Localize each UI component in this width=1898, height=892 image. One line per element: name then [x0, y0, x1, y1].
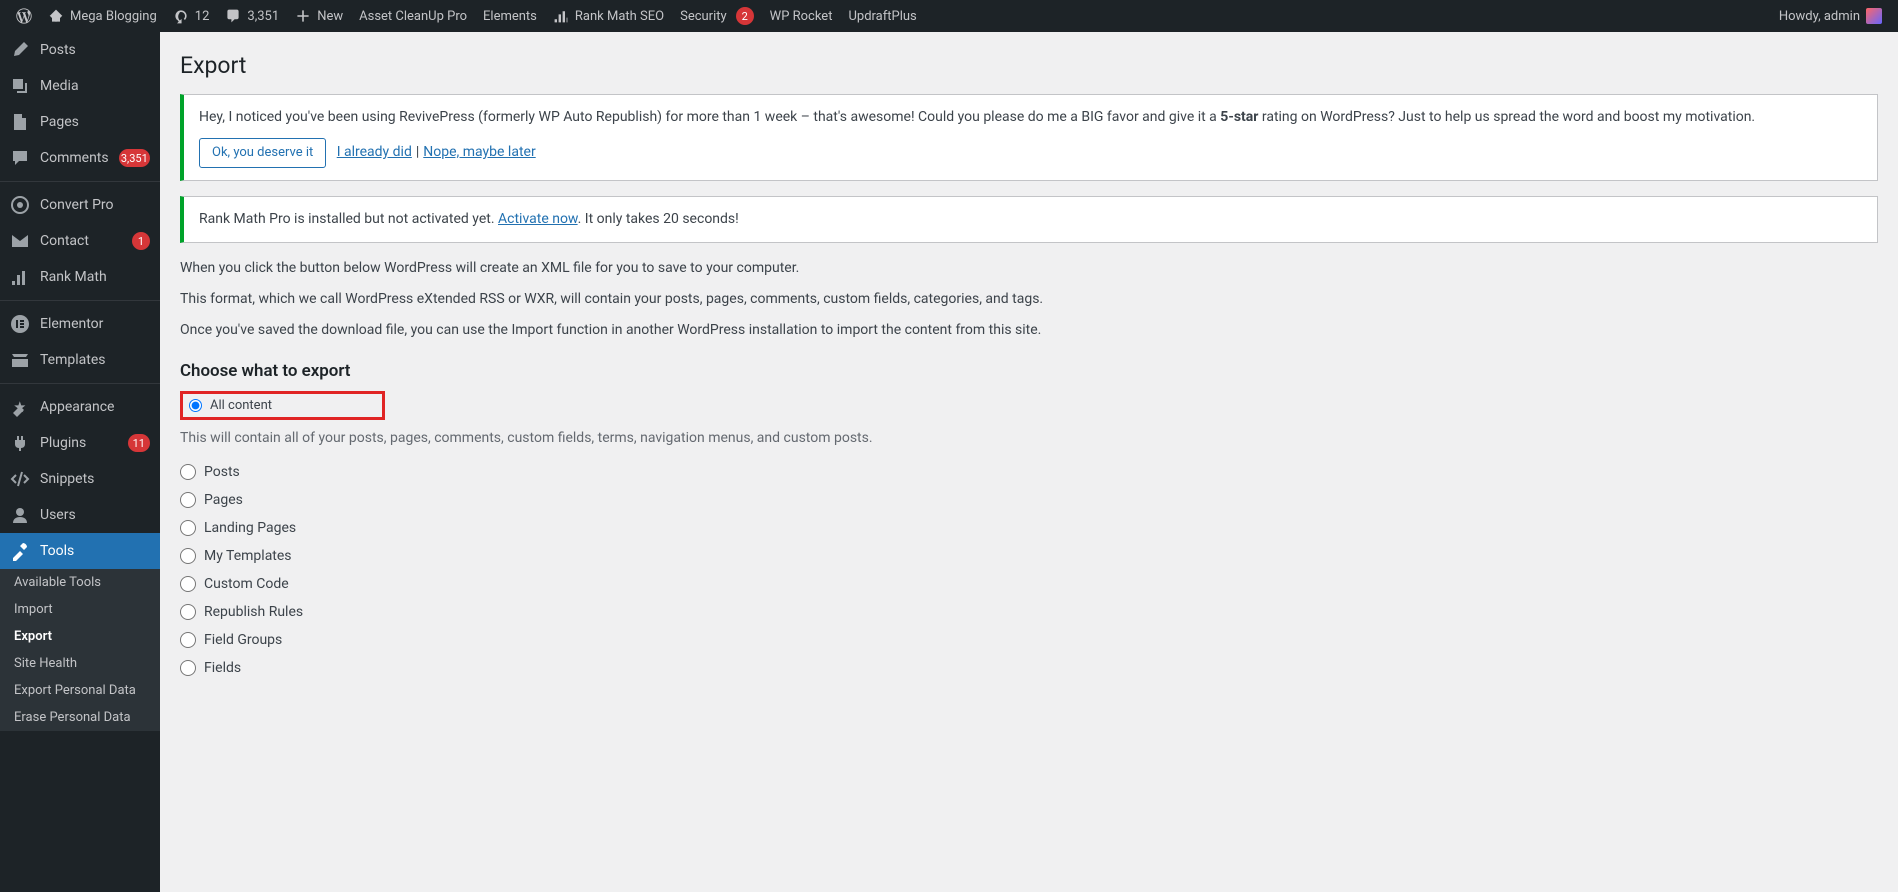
radio-row-fields: Fields	[180, 654, 1878, 682]
comments-badge: 3,351	[119, 149, 150, 167]
radio-fields[interactable]	[180, 660, 196, 676]
new-link[interactable]: New	[287, 0, 351, 32]
contact-badge: 1	[132, 232, 150, 250]
menu-pages[interactable]: Pages	[0, 104, 160, 140]
notice-revivepress: Hey, I noticed you've been using ReviveP…	[180, 94, 1878, 181]
radio-posts[interactable]	[180, 464, 196, 480]
sub-available-tools[interactable]: Available Tools	[0, 569, 160, 596]
plugins-badge: 11	[128, 434, 150, 452]
sub-import[interactable]: Import	[0, 596, 160, 623]
menu-plugins[interactable]: Plugins11	[0, 425, 160, 461]
export-desc-1: When you click the button below WordPres…	[180, 258, 1878, 279]
toolbar-updraft[interactable]: UpdraftPlus	[840, 0, 924, 32]
wp-logo[interactable]	[8, 0, 40, 32]
site-name[interactable]: Mega Blogging	[40, 0, 165, 32]
menu-posts[interactable]: Posts	[0, 32, 160, 68]
radio-custom-code[interactable]	[180, 576, 196, 592]
menu-elementor[interactable]: Elementor	[0, 306, 160, 342]
radio-row-pages: Pages	[180, 486, 1878, 514]
main-content: Export Hey, I noticed you've been using …	[160, 32, 1898, 722]
menu-appearance[interactable]: Appearance	[0, 389, 160, 425]
sub-site-health[interactable]: Site Health	[0, 650, 160, 677]
menu-users[interactable]: Users	[0, 497, 160, 533]
toolbar-rankmath[interactable]: Rank Math SEO	[545, 0, 672, 32]
menu-snippets[interactable]: Snippets	[0, 461, 160, 497]
ok-deserve-button[interactable]: Ok, you deserve it	[199, 138, 326, 168]
notice-rankmath: Rank Math Pro is installed but not activ…	[180, 196, 1878, 243]
all-content-desc: This will contain all of your posts, pag…	[180, 430, 1878, 446]
radio-row-field-groups: Field Groups	[180, 626, 1878, 654]
security-badge: 2	[736, 7, 754, 25]
tools-submenu: Available Tools Import Export Site Healt…	[0, 569, 160, 731]
all-content-highlight: All content	[180, 391, 385, 420]
menu-comments[interactable]: Comments3,351	[0, 140, 160, 176]
label-my-templates[interactable]: My Templates	[204, 548, 292, 564]
updates-link[interactable]: 12	[165, 0, 218, 32]
already-did-link[interactable]: I already did	[337, 144, 412, 160]
label-field-groups[interactable]: Field Groups	[204, 632, 282, 648]
menu-rankmath[interactable]: Rank Math	[0, 259, 160, 295]
label-all-content[interactable]: All content	[210, 398, 272, 413]
radio-field-groups[interactable]	[180, 632, 196, 648]
export-desc-2: This format, which we call WordPress eXt…	[180, 289, 1878, 310]
avatar	[1866, 8, 1882, 24]
radio-row-my-templates: My Templates	[180, 542, 1878, 570]
toolbar-elements[interactable]: Elements	[475, 0, 545, 32]
radio-row-custom-code: Custom Code	[180, 570, 1878, 598]
radio-my-templates[interactable]	[180, 548, 196, 564]
label-pages[interactable]: Pages	[204, 492, 243, 508]
radio-republish-rules[interactable]	[180, 604, 196, 620]
activate-now-link[interactable]: Activate now	[498, 211, 578, 227]
label-landing-pages[interactable]: Landing Pages	[204, 520, 296, 536]
radio-row-republish-rules: Republish Rules	[180, 598, 1878, 626]
sub-export-personal-data[interactable]: Export Personal Data	[0, 677, 160, 704]
choose-export-heading: Choose what to export	[180, 361, 1878, 381]
label-republish-rules[interactable]: Republish Rules	[204, 604, 303, 620]
my-account[interactable]: Howdy, admin	[1771, 0, 1890, 32]
maybe-later-link[interactable]: Nope, maybe later	[423, 144, 535, 160]
admin-sidebar: Posts Media Pages Comments3,351 Convert …	[0, 32, 160, 892]
admin-bar: Mega Blogging 12 3,351 New Asset CleanUp…	[0, 0, 1898, 32]
menu-contact[interactable]: Contact1	[0, 223, 160, 259]
radio-pages[interactable]	[180, 492, 196, 508]
menu-tools[interactable]: Tools	[0, 533, 160, 569]
page-title: Export	[180, 52, 1878, 79]
comments-link[interactable]: 3,351	[217, 0, 287, 32]
export-desc-3: Once you've saved the download file, you…	[180, 320, 1878, 341]
menu-convertpro[interactable]: Convert Pro	[0, 187, 160, 223]
label-custom-code[interactable]: Custom Code	[204, 576, 289, 592]
radio-row-posts: Posts	[180, 458, 1878, 486]
toolbar-security[interactable]: Security2	[672, 0, 762, 32]
sub-erase-personal-data[interactable]: Erase Personal Data	[0, 704, 160, 731]
toolbar-wprocket[interactable]: WP Rocket	[762, 0, 841, 32]
radio-landing-pages[interactable]	[180, 520, 196, 536]
radio-row-landing-pages: Landing Pages	[180, 514, 1878, 542]
menu-templates[interactable]: Templates	[0, 342, 160, 378]
sub-export[interactable]: Export	[0, 623, 160, 650]
label-fields[interactable]: Fields	[204, 660, 241, 676]
radio-all-content[interactable]	[189, 399, 202, 412]
toolbar-asset-cleanup[interactable]: Asset CleanUp Pro	[351, 0, 475, 32]
label-posts[interactable]: Posts	[204, 464, 240, 480]
menu-media[interactable]: Media	[0, 68, 160, 104]
